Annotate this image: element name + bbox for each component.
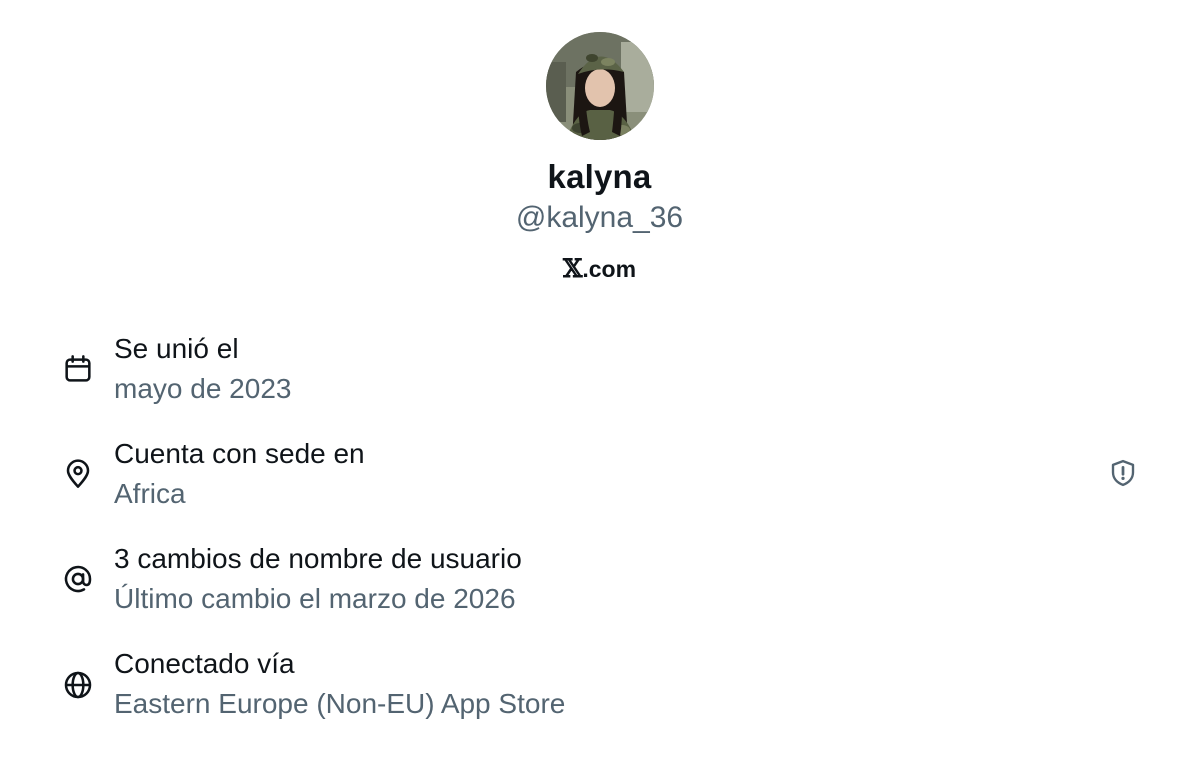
- platform-domain: .com: [582, 256, 637, 282]
- detail-value: Eastern Europe (Non-EU) App Store: [114, 688, 566, 719]
- detail-row-username-changes: 3 cambios de nombre de usuario Último ca…: [0, 543, 1199, 633]
- platform-label: 𝕏.com: [0, 254, 1199, 283]
- detail-row-connected-via: Conectado vía Eastern Europe (Non-EU) Ap…: [0, 648, 1199, 738]
- detail-row-joined: Se unió el mayo de 2023: [0, 333, 1199, 423]
- location-pin-icon: [66, 459, 90, 488]
- globe-icon: [64, 671, 92, 699]
- avatar[interactable]: [546, 32, 654, 140]
- calendar-icon: [65, 355, 91, 382]
- detail-title: Cuenta con sede en: [114, 438, 365, 469]
- x-logo-icon: 𝕏: [562, 254, 583, 283]
- detail-value: Último cambio el marzo de 2026: [114, 583, 516, 614]
- shield-alert-icon[interactable]: [1108, 458, 1138, 488]
- detail-title: Se unió el: [114, 333, 239, 364]
- avatar-image: [546, 32, 654, 140]
- username-handle: @kalyna_36: [515, 201, 684, 234]
- detail-value: mayo de 2023: [114, 373, 292, 404]
- display-name: kalyna: [547, 158, 652, 195]
- detail-title: 3 cambios de nombre de usuario: [114, 543, 522, 574]
- detail-row-location: Cuenta con sede en Africa: [0, 438, 1199, 528]
- detail-title: Conectado vía: [114, 648, 295, 679]
- at-sign-icon: [64, 565, 92, 593]
- detail-value: Africa: [114, 478, 186, 509]
